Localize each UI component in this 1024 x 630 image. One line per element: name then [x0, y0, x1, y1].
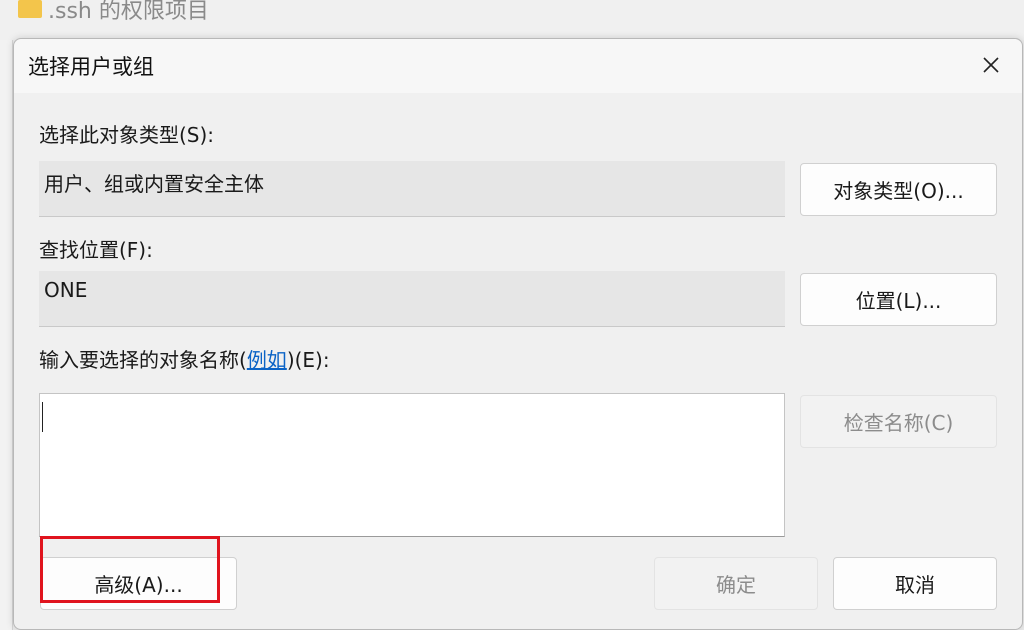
object-names-label: 输入要选择的对象名称(例如)(E):: [39, 344, 330, 373]
object-names-label-prefix: 输入要选择的对象名称(: [39, 348, 247, 372]
dialog-title: 选择用户或组: [28, 55, 154, 79]
cancel-button[interactable]: 取消: [833, 557, 997, 610]
folder-icon: [18, 0, 42, 18]
dialog-titlebar: 选择用户或组: [14, 39, 1022, 93]
object-types-button[interactable]: 对象类型(O)...: [800, 163, 997, 216]
location-field: ONE: [39, 271, 785, 327]
close-button[interactable]: [972, 47, 1010, 83]
object-type-field: 用户、组或内置安全主体: [39, 161, 785, 217]
object-type-label: 选择此对象类型(S):: [39, 123, 215, 147]
object-names-label-suffix: )(E):: [286, 348, 330, 372]
text-caret: [42, 402, 43, 432]
check-names-button[interactable]: 检查名称(C): [800, 395, 997, 448]
ok-button[interactable]: 确定: [654, 557, 818, 610]
examples-link[interactable]: 例如: [247, 348, 287, 372]
advanced-button[interactable]: 高级(A)...: [40, 557, 237, 610]
object-names-input[interactable]: [39, 393, 785, 537]
locations-button[interactable]: 位置(L)...: [800, 273, 997, 326]
select-users-groups-dialog: 选择用户或组 选择此对象类型(S): 用户、组或内置安全主体 对象类型(O)..…: [13, 38, 1023, 630]
close-icon: [983, 57, 999, 73]
background-window-title: .ssh 的权限项目: [48, 0, 209, 24]
location-label: 查找位置(F):: [39, 238, 153, 262]
background-window-edge: [0, 40, 13, 630]
